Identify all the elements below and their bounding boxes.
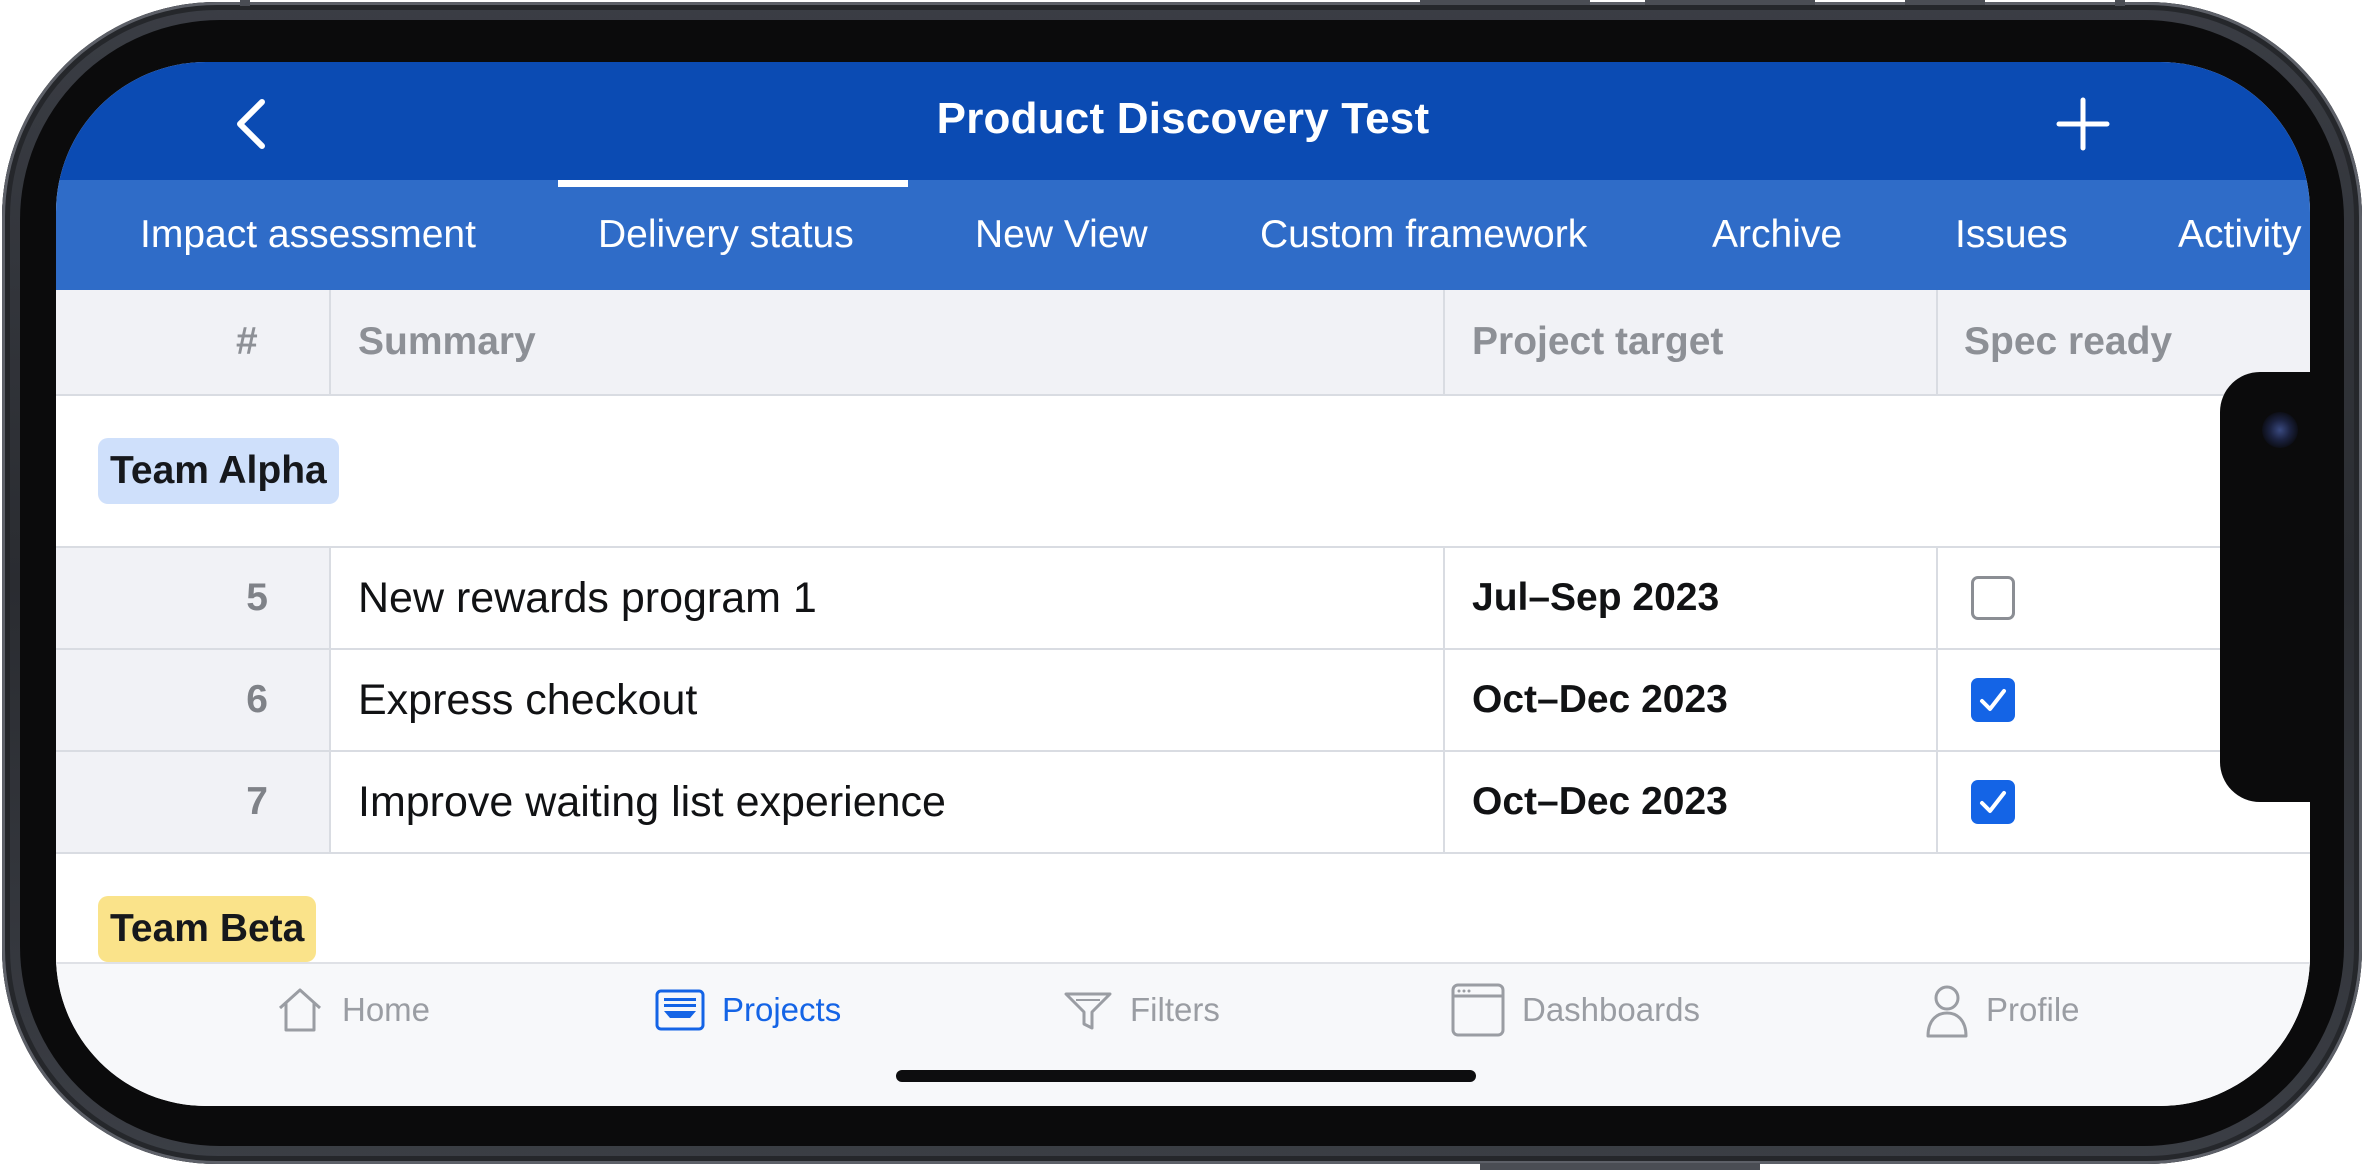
frame-antenna-line [240, 0, 250, 6]
nav-dashboards[interactable]: Dashboards [1450, 980, 1700, 1040]
volume-button [1420, 0, 1590, 5]
plus-icon[interactable] [2055, 96, 2111, 152]
dashboard-icon [1451, 983, 1505, 1037]
tab-new-view[interactable]: New View [975, 180, 1148, 290]
column-header-number[interactable]: # [236, 290, 258, 394]
nav-projects[interactable]: Projects [654, 980, 841, 1040]
nav-profile[interactable]: Profile [1924, 980, 2080, 1040]
table-row[interactable]: 6 Express checkout Oct–Dec 2023 [56, 650, 2310, 752]
power-button [1480, 1163, 1760, 1170]
tab-archive[interactable]: Archive [1712, 180, 1842, 290]
checkmark-icon [1980, 689, 2006, 711]
profile-icon [1926, 985, 1968, 1038]
view-tabs: Impact assessment Delivery status New Vi… [56, 180, 2310, 290]
table-row[interactable]: 7 Improve waiting list experience Oct–De… [56, 752, 2310, 854]
row-number: 6 [56, 650, 330, 750]
row-project-target[interactable]: Oct–Dec 2023 [1472, 752, 1728, 852]
group-label: Team Beta [98, 896, 317, 962]
row-project-target[interactable]: Oct–Dec 2023 [1472, 650, 1728, 750]
camera-lens-icon [2262, 412, 2298, 448]
table-row[interactable]: 5 New rewards program 1 Jul–Sep 2023 [56, 548, 2310, 650]
column-divider [329, 290, 331, 394]
spec-ready-checkbox[interactable] [1971, 780, 2015, 824]
row-summary[interactable]: Express checkout [358, 650, 697, 750]
nav-label: Dashboards [1522, 991, 1700, 1028]
page-title: Product Discovery Test [936, 94, 1430, 143]
row-summary[interactable]: New rewards program 1 [358, 548, 817, 648]
home-indicator[interactable] [896, 1070, 1476, 1082]
column-header-spec-ready[interactable]: Spec ready [1964, 290, 2172, 394]
group-header-team-alpha[interactable]: Team Alpha [56, 396, 2310, 548]
tab-issues[interactable]: Issues [1955, 180, 2068, 290]
bottom-tab-bar: Home Projects Filters Dashboards Profile [56, 962, 2310, 1106]
column-divider [1936, 290, 1938, 394]
frame-antenna-line [2115, 0, 2125, 6]
home-icon [278, 988, 322, 1032]
group-header-team-beta[interactable]: Team Beta [56, 854, 2310, 964]
nav-home[interactable]: Home [274, 980, 430, 1040]
active-tab-indicator [558, 180, 908, 187]
nav-header: Product Discovery Test [56, 62, 2310, 180]
nav-label: Projects [722, 991, 842, 1028]
tab-custom-framework[interactable]: Custom framework [1260, 180, 1587, 290]
nav-label: Home [342, 991, 431, 1028]
column-divider [1443, 290, 1445, 394]
group-label: Team Alpha [98, 438, 339, 504]
table-header: # Summary Project target Spec ready [56, 290, 2310, 396]
column-divider [329, 548, 331, 854]
spec-ready-checkbox[interactable] [1971, 576, 2015, 620]
checkmark-icon [1980, 791, 2006, 813]
row-summary[interactable]: Improve waiting list experience [358, 752, 946, 852]
column-divider [1443, 548, 1445, 854]
nav-filters[interactable]: Filters [1062, 980, 1220, 1040]
filter-icon [1064, 992, 1112, 1030]
nav-label: Filters [1130, 991, 1220, 1028]
tab-delivery-status[interactable]: Delivery status [598, 180, 854, 290]
app-screen: Product Discovery Test Impact assessment… [56, 62, 2310, 1106]
spec-ready-checkbox[interactable] [1971, 678, 2015, 722]
column-header-summary[interactable]: Summary [358, 290, 536, 394]
mute-switch [1905, 0, 1985, 5]
tab-activity[interactable]: Activity [2178, 180, 2302, 290]
row-number: 5 [56, 548, 330, 648]
tab-impact-assessment[interactable]: Impact assessment [140, 180, 476, 290]
column-header-project-target[interactable]: Project target [1472, 290, 1723, 394]
projects-icon [655, 989, 705, 1031]
nav-label: Profile [1986, 991, 2080, 1028]
row-number: 7 [56, 752, 330, 852]
volume-button [1645, 0, 1815, 5]
row-project-target[interactable]: Jul–Sep 2023 [1472, 548, 1719, 648]
column-divider [1936, 548, 1938, 854]
